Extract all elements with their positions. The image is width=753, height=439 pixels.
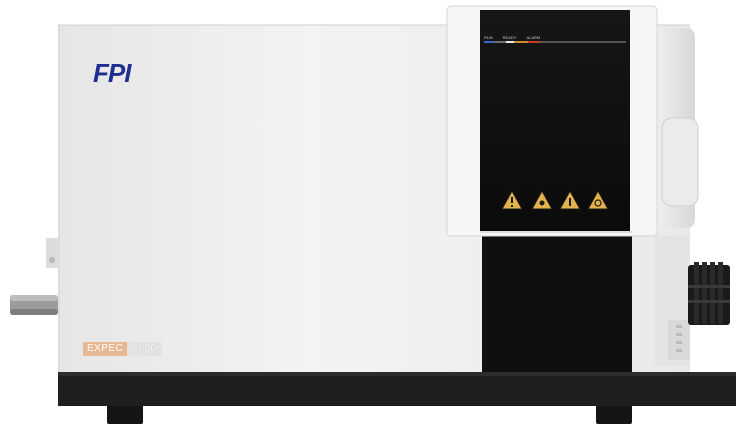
status-label-ready: READY [502,35,517,40]
status-label-run: RUN [484,35,493,40]
display-panel [480,10,630,232]
brand-logo: FPI [93,58,131,88]
base-bar [58,372,736,406]
product-photo: FPI RUN READY ALARM EXPEC 6000 [0,0,753,439]
status-labels: RUN READY ALARM [484,35,564,40]
status-label-alarm: ALARM [526,35,541,40]
model-number-label: 6000 [127,342,162,356]
model-series-label: EXPEC [83,342,128,356]
model-badge: EXPEC 6000 [83,342,162,356]
lower-panel [482,230,632,388]
